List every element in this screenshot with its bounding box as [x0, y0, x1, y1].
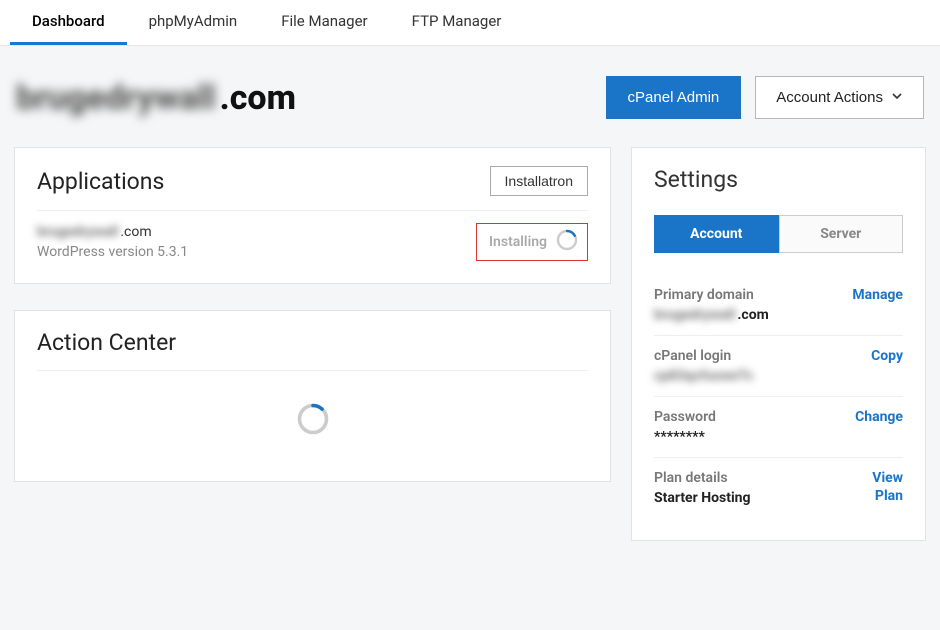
- setting-left: Password ********: [654, 409, 716, 445]
- tab-ftp-manager[interactable]: FTP Manager: [390, 0, 524, 45]
- installatron-button[interactable]: Installatron: [490, 166, 588, 196]
- top-nav-tabs: Dashboard phpMyAdmin File Manager FTP Ma…: [0, 0, 940, 46]
- settings-card: Settings Account Server Primary domain b…: [631, 147, 926, 541]
- setting-left: Primary domain brugedrywall.com: [654, 287, 769, 323]
- password-label: Password: [654, 409, 716, 425]
- spinner-icon: [295, 401, 331, 441]
- application-info: brugedrywall.com WordPress version 5.3.1: [37, 224, 188, 260]
- cpanel-login-value-blurred: cp83qcfusweTc: [654, 368, 754, 384]
- setting-row-cpanel-login: cPanel login cp83qcfusweTc Copy: [654, 336, 903, 397]
- applications-card-head: Applications Installatron: [37, 166, 588, 211]
- copy-link[interactable]: Copy: [871, 348, 903, 364]
- cpanel-admin-button[interactable]: cPanel Admin: [606, 76, 742, 119]
- header-actions: cPanel Admin Account Actions: [606, 76, 924, 119]
- primary-domain-label: Primary domain: [654, 287, 769, 303]
- settings-segment-tabs: Account Server: [654, 215, 903, 253]
- left-column: Applications Installatron brugedrywall.c…: [14, 147, 611, 567]
- applications-card: Applications Installatron brugedrywall.c…: [14, 147, 611, 284]
- domain-suffix: .com: [220, 78, 296, 118]
- change-link[interactable]: Change: [855, 409, 903, 425]
- setting-left: cPanel login cp83qcfusweTc: [654, 348, 754, 384]
- domain-prefix-blurred: brugedrywall: [16, 78, 216, 118]
- application-domain: brugedrywall.com: [37, 224, 188, 240]
- account-actions-label: Account Actions: [776, 89, 883, 106]
- action-center-body: [37, 383, 588, 459]
- action-center-card: Action Center: [14, 310, 611, 482]
- tab-phpmyadmin[interactable]: phpMyAdmin: [127, 0, 260, 45]
- segment-tab-account[interactable]: Account: [654, 215, 779, 253]
- application-row: brugedrywall.com WordPress version 5.3.1…: [37, 223, 588, 261]
- plan-details-value: Starter Hosting: [654, 490, 751, 506]
- setting-left: Plan details Starter Hosting: [654, 470, 751, 506]
- app-domain-suffix: .com: [120, 224, 151, 240]
- manage-link[interactable]: Manage: [852, 287, 903, 303]
- right-column: Settings Account Server Primary domain b…: [631, 147, 926, 567]
- password-value: ********: [654, 429, 716, 445]
- applications-title: Applications: [37, 168, 164, 195]
- account-actions-button[interactable]: Account Actions: [755, 76, 924, 119]
- setting-row-plan-details: Plan details Starter Hosting View Plan: [654, 458, 903, 518]
- action-center-title: Action Center: [37, 329, 176, 356]
- setting-row-primary-domain: Primary domain brugedrywall.com Manage: [654, 275, 903, 336]
- segment-tab-server[interactable]: Server: [779, 215, 904, 253]
- spinner-icon: [555, 228, 579, 256]
- setting-row-password: Password ******** Change: [654, 397, 903, 458]
- installing-status-box: Installing: [476, 223, 588, 261]
- app-domain-blurred: brugedrywall: [37, 224, 118, 240]
- primary-domain-value: brugedrywall.com: [654, 307, 769, 323]
- plan-link[interactable]: Plan: [875, 488, 903, 504]
- primary-domain-value-suffix: .com: [737, 307, 768, 323]
- plan-links: View Plan: [872, 470, 903, 504]
- plan-details-label: Plan details: [654, 470, 751, 486]
- main-columns: Applications Installatron brugedrywall.c…: [0, 147, 940, 567]
- primary-domain-value-blurred: brugedrywall: [654, 307, 735, 323]
- application-version: WordPress version 5.3.1: [37, 244, 188, 260]
- tab-file-manager[interactable]: File Manager: [259, 0, 389, 45]
- chevron-down-icon: [891, 89, 903, 106]
- tab-dashboard[interactable]: Dashboard: [10, 0, 127, 45]
- settings-title: Settings: [654, 166, 903, 193]
- installing-label: Installing: [489, 234, 547, 250]
- page-title: brugedrywall.com: [16, 78, 296, 118]
- view-link[interactable]: View: [872, 470, 903, 486]
- action-center-head: Action Center: [37, 329, 588, 371]
- header-row: brugedrywall.com cPanel Admin Account Ac…: [0, 46, 940, 147]
- cpanel-login-label: cPanel login: [654, 348, 754, 364]
